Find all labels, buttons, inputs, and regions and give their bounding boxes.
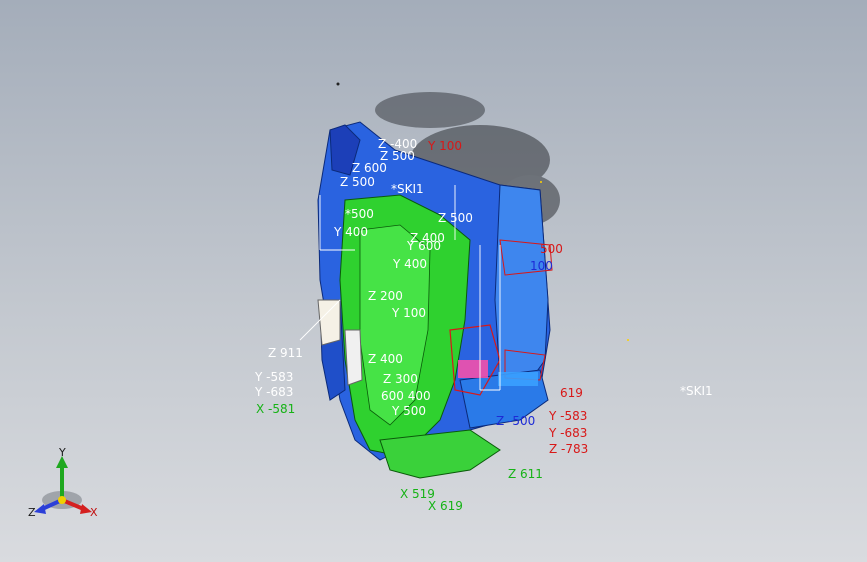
dim-label[interactable]: Y -683	[255, 386, 293, 398]
dim-label[interactable]: Y -583	[549, 410, 587, 422]
dim-label[interactable]: 100	[530, 260, 553, 272]
dim-label[interactable]: Z -783	[549, 443, 588, 455]
sketch-tag[interactable]: *SKI1	[391, 183, 424, 195]
dim-label[interactable]: Z 500	[340, 176, 375, 188]
view-orientation-triad[interactable]: Y X Z	[28, 446, 108, 524]
dim-label[interactable]: Y 100	[428, 140, 462, 152]
dim-label[interactable]: Z 200	[368, 290, 403, 302]
dim-label[interactable]: Y 400	[393, 258, 427, 270]
sketch-tag[interactable]: *SKI1	[680, 385, 713, 397]
graphics-viewport[interactable]: Z -400 Z 500 Z 600 Z 500 *500 Y 400 Z 50…	[0, 0, 867, 562]
dim-label[interactable]: Z 300	[383, 373, 418, 385]
speck	[336, 82, 340, 86]
dim-label[interactable]: X 619	[428, 500, 463, 512]
dim-label[interactable]: X -581	[256, 403, 295, 415]
dim-label[interactable]: Z -500	[496, 415, 535, 427]
dim-label[interactable]: 619	[560, 387, 583, 399]
dim-label[interactable]: Z 600	[352, 162, 387, 174]
dim-label[interactable]: Z 400	[368, 353, 403, 365]
dim-label[interactable]: Z 911	[268, 347, 303, 359]
dim-label[interactable]: Y -683	[549, 427, 587, 439]
triad-x-label: X	[90, 506, 98, 519]
speck	[627, 339, 629, 341]
dim-label[interactable]: Y 400	[334, 226, 368, 238]
model-canvas[interactable]	[0, 0, 867, 562]
dim-label[interactable]: Z 500	[438, 212, 473, 224]
triad-z-label: Z	[28, 506, 36, 519]
dim-label[interactable]: Y 500	[392, 405, 426, 417]
dim-label[interactable]: 500	[540, 243, 563, 255]
dim-label[interactable]: Y -583	[255, 371, 293, 383]
dim-label[interactable]: *500	[345, 208, 374, 220]
dim-label[interactable]: Y 100	[392, 307, 426, 319]
triad-y-label: Y	[59, 446, 66, 459]
dim-label[interactable]: 600 400	[381, 390, 431, 402]
dim-label[interactable]: Z 611	[508, 468, 543, 480]
dim-label[interactable]: Y 600	[407, 240, 441, 252]
speck	[540, 181, 542, 183]
